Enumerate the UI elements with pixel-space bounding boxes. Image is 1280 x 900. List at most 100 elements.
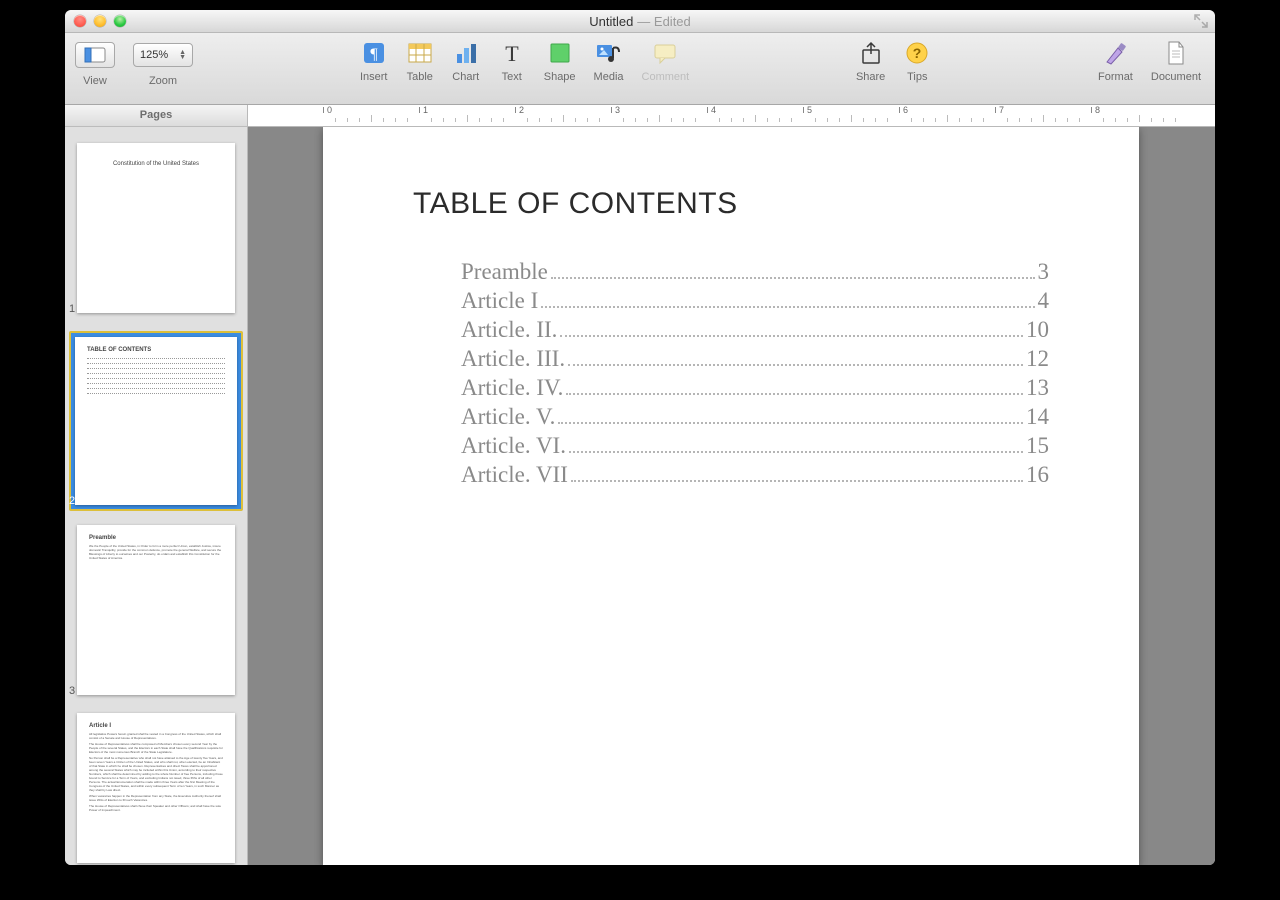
media-icon — [595, 39, 623, 67]
page-thumbnail-1[interactable]: Constitution of the United States 1 — [77, 143, 235, 313]
share-label: Share — [856, 71, 885, 83]
toc-page: 15 — [1026, 433, 1049, 459]
toc-leader — [560, 334, 1023, 337]
toc-label: Preamble — [461, 259, 548, 285]
tips-group[interactable]: ? Tips — [903, 39, 931, 83]
toc-label: Article I — [461, 288, 538, 314]
toolbar: View 125% ▲▼ Zoom ¶ Insert Table — [65, 33, 1215, 105]
page-number: 2 — [69, 495, 75, 507]
page-number: 1 — [69, 303, 75, 315]
toc-page: 14 — [1026, 404, 1049, 430]
comment-group[interactable]: Comment — [642, 39, 690, 83]
toc-leader — [569, 450, 1023, 453]
toc-page: 12 — [1026, 346, 1049, 372]
horizontal-ruler[interactable]: 012345678 — [248, 105, 1215, 127]
shape-label: Shape — [544, 71, 576, 83]
shape-icon — [546, 39, 574, 67]
table-icon — [406, 39, 434, 67]
document-group[interactable]: Document — [1151, 39, 1201, 83]
window-controls — [74, 15, 126, 27]
toc-entry[interactable]: Article. III. 12 — [461, 346, 1049, 372]
format-icon — [1101, 39, 1129, 67]
toc-leader — [551, 276, 1035, 279]
insert-label: Insert — [360, 71, 388, 83]
fullscreen-button[interactable] — [1193, 13, 1209, 29]
text-icon: T — [498, 39, 526, 67]
sidebar-title: Pages — [65, 105, 247, 127]
minimize-window-button[interactable] — [94, 15, 106, 27]
page-canvas[interactable]: TABLE OF CONTENTS Preamble3Article I4Art… — [248, 127, 1215, 865]
toc-leader — [558, 421, 1023, 424]
workspace: Pages Constitution of the United States … — [65, 105, 1215, 865]
toc-label: Article. VII — [461, 462, 568, 488]
media-group[interactable]: Media — [594, 39, 624, 83]
titlebar: Untitled — Edited — [65, 10, 1215, 33]
toc-page: 16 — [1026, 462, 1049, 488]
document-label: Document — [1151, 71, 1201, 83]
format-label: Format — [1098, 71, 1133, 83]
toc-entry[interactable]: Article. II. 10 — [461, 317, 1049, 343]
document-title: Untitled — [589, 14, 633, 29]
close-window-button[interactable] — [74, 15, 86, 27]
stepper-icon: ▲▼ — [179, 50, 186, 60]
page-thumbnail-3[interactable]: Preamble We the People of the United Sta… — [77, 525, 235, 695]
toc-entry[interactable]: Preamble 3 — [461, 259, 1049, 285]
media-label: Media — [594, 71, 624, 83]
toc-leader — [566, 392, 1023, 395]
shape-group[interactable]: Shape — [544, 39, 576, 83]
svg-text:?: ? — [913, 45, 922, 61]
toc-label: Article. III. — [461, 346, 565, 372]
toc-page: 4 — [1038, 288, 1050, 314]
tips-label: Tips — [907, 71, 927, 83]
format-group[interactable]: Format — [1098, 39, 1133, 83]
toc-label: Article. V. — [461, 404, 555, 430]
tips-icon: ? — [903, 39, 931, 67]
svg-text:¶: ¶ — [370, 46, 378, 63]
toc-entry[interactable]: Article. IV. 13 — [461, 375, 1049, 401]
zoom-group: 125% ▲▼ Zoom — [133, 39, 193, 87]
chart-label: Chart — [452, 71, 479, 83]
text-group[interactable]: T Text — [498, 39, 526, 83]
share-group[interactable]: Share — [856, 39, 885, 83]
toc-heading[interactable]: TABLE OF CONTENTS — [413, 187, 1049, 221]
comment-label: Comment — [642, 71, 690, 83]
page-thumbnail-2[interactable]: TABLE OF CONTENTS 2 — [69, 331, 243, 511]
svg-text:T: T — [505, 41, 519, 66]
page-number: 3 — [69, 685, 75, 697]
toc-page: 3 — [1038, 259, 1050, 285]
zoom-window-button[interactable] — [114, 15, 126, 27]
comment-icon — [651, 39, 679, 67]
zoom-select[interactable]: 125% ▲▼ — [133, 43, 193, 67]
page-thumbnail-4[interactable]: Article I All legislative Powers herein … — [77, 713, 235, 863]
window-title: Untitled — Edited — [65, 14, 1215, 29]
toc-entry[interactable]: Article I 4 — [461, 288, 1049, 314]
toc-page: 13 — [1026, 375, 1049, 401]
toc-label: Article. IV. — [461, 375, 563, 401]
zoom-label: Zoom — [149, 75, 177, 87]
insert-icon: ¶ — [360, 39, 388, 67]
toc-entry[interactable]: Article. VII 16 — [461, 462, 1049, 488]
view-icon — [84, 47, 106, 63]
toc-label: Article. II. — [461, 317, 557, 343]
toc-label: Article. VI. — [461, 433, 566, 459]
toc-page: 10 — [1026, 317, 1049, 343]
share-icon — [857, 39, 885, 67]
page[interactable]: TABLE OF CONTENTS Preamble3Article I4Art… — [323, 127, 1139, 865]
toc-leader — [541, 305, 1034, 308]
toc-leader — [571, 479, 1023, 482]
insert-group[interactable]: ¶ Insert — [360, 39, 388, 83]
toc-leader — [568, 363, 1023, 366]
table-of-contents[interactable]: Preamble3Article I4Article. II.10Article… — [461, 259, 1049, 488]
toc-entry[interactable]: Article. VI. 15 — [461, 433, 1049, 459]
view-button[interactable] — [75, 42, 115, 68]
thumbnail-list[interactable]: Constitution of the United States 1 TABL… — [65, 127, 247, 865]
text-label: Text — [502, 71, 522, 83]
app-window: Untitled — Edited View 125% ▲▼ Zoom ¶ — [65, 10, 1215, 865]
table-group[interactable]: Table — [406, 39, 434, 83]
view-label: View — [83, 75, 107, 87]
table-label: Table — [407, 71, 433, 83]
chart-group[interactable]: Chart — [452, 39, 480, 83]
toc-entry[interactable]: Article. V. 14 — [461, 404, 1049, 430]
pages-sidebar: Pages Constitution of the United States … — [65, 105, 248, 865]
zoom-value: 125% — [140, 49, 168, 61]
